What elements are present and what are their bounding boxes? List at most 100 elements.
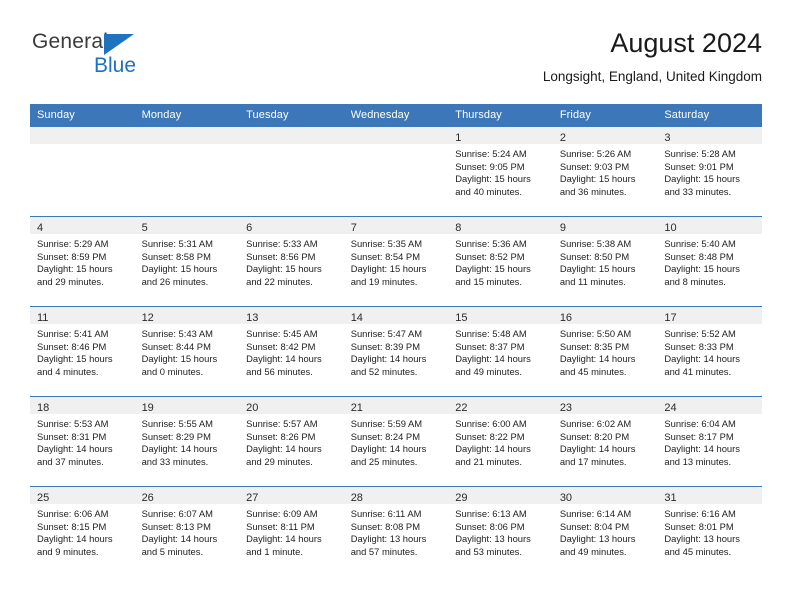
- daylight-text-line1: Daylight: 14 hours: [455, 353, 531, 365]
- daylight-text-line2: and 9 minutes.: [37, 545, 99, 557]
- day-cell[interactable]: 31 Sunrise: 6:16 AM Sunset: 8:01 PM Dayl…: [657, 486, 762, 577]
- day-cell[interactable]: 3 Sunrise: 5:28 AM Sunset: 9:01 PM Dayli…: [657, 126, 762, 217]
- day-cell[interactable]: 29 Sunrise: 6:13 AM Sunset: 8:06 PM Dayl…: [448, 486, 553, 577]
- day-number: 12: [141, 312, 154, 324]
- day-number: 13: [246, 312, 259, 324]
- daylight-text-line2: and 40 minutes.: [455, 185, 522, 197]
- sunrise-text: Sunrise: 5:43 AM: [141, 328, 213, 339]
- sunrise-text: Sunrise: 6:06 AM: [37, 508, 109, 519]
- day-cell[interactable]: 18 Sunrise: 5:53 AM Sunset: 8:31 PM Dayl…: [30, 396, 135, 487]
- day-number: 25: [37, 492, 50, 504]
- day-number: 27: [246, 492, 259, 504]
- weekday-header-tuesday: Tuesday: [239, 104, 344, 127]
- day-cell-empty: [239, 126, 344, 217]
- day-number: 16: [559, 312, 573, 324]
- weekday-header-wednesday: Wednesday: [343, 104, 449, 127]
- daylight-text-line1: Daylight: 13 hours: [350, 533, 427, 545]
- day-number: 28: [350, 492, 363, 504]
- day-cell[interactable]: 23 Sunrise: 6:02 AM Sunset: 8:20 PM Dayl…: [552, 396, 658, 487]
- sunrise-text: Sunrise: 6:00 AM: [455, 418, 527, 429]
- day-cell[interactable]: 20 Sunrise: 5:57 AM Sunset: 8:26 PM Dayl…: [239, 396, 344, 487]
- daylight-text-line2: and 33 minutes.: [664, 185, 732, 197]
- sunrise-text: Sunrise: 5:33 AM: [246, 238, 318, 249]
- sunrise-text: Sunrise: 6:14 AM: [559, 508, 632, 519]
- daylight-text-line2: and 13 minutes.: [664, 455, 732, 467]
- day-cell[interactable]: 5 Sunrise: 5:31 AM Sunset: 8:58 PM Dayli…: [134, 216, 240, 307]
- daylight-text-line1: Daylight: 15 hours: [559, 173, 636, 185]
- day-cell[interactable]: 16 Sunrise: 5:50 AM Sunset: 8:35 PM Dayl…: [552, 306, 658, 397]
- daylight-text-line2: and 52 minutes.: [350, 365, 418, 377]
- sunrise-text: Sunrise: 6:13 AM: [455, 508, 527, 519]
- day-cell[interactable]: 27 Sunrise: 6:09 AM Sunset: 8:11 PM Dayl…: [239, 486, 344, 577]
- day-cell[interactable]: 19 Sunrise: 5:55 AM Sunset: 8:29 PM Dayl…: [134, 396, 240, 487]
- daylight-text-line2: and 49 minutes.: [455, 365, 522, 377]
- day-cell[interactable]: 26 Sunrise: 6:07 AM Sunset: 8:13 PM Dayl…: [134, 486, 240, 577]
- day-cell[interactable]: 22 Sunrise: 6:00 AM Sunset: 8:22 PM Dayl…: [448, 396, 553, 487]
- day-number: 29: [455, 492, 468, 504]
- daylight-text-line2: and 56 minutes.: [246, 365, 313, 377]
- day-cell[interactable]: 30 Sunrise: 6:14 AM Sunset: 8:04 PM Dayl…: [552, 486, 658, 577]
- daylight-text-line1: Daylight: 15 hours: [664, 173, 740, 185]
- daylight-text-line2: and 0 minutes.: [141, 365, 204, 377]
- day-cell[interactable]: 9 Sunrise: 5:38 AM Sunset: 8:50 PM Dayli…: [552, 216, 658, 307]
- daylight-text-line2: and 36 minutes.: [559, 185, 627, 197]
- sunset-text: Sunset: 8:13 PM: [141, 520, 211, 532]
- sunrise-sunset-calendar: Sunday Monday Tuesday Wednesday Thursday…: [30, 104, 762, 577]
- calendar-week-row: 1 Sunrise: 5:24 AM Sunset: 9:05 PM Dayli…: [30, 126, 762, 217]
- day-number: 20: [246, 402, 259, 414]
- daylight-text-line1: Daylight: 14 hours: [559, 353, 636, 365]
- day-cell[interactable]: 28 Sunrise: 6:11 AM Sunset: 8:08 PM Dayl…: [343, 486, 449, 577]
- day-number: 30: [559, 492, 573, 504]
- day-cell[interactable]: 21 Sunrise: 5:59 AM Sunset: 8:24 PM Dayl…: [343, 396, 449, 487]
- sunset-text: Sunset: 8:39 PM: [350, 340, 420, 352]
- sunrise-text: Sunrise: 6:02 AM: [559, 418, 632, 429]
- sunset-text: Sunset: 8:48 PM: [664, 250, 734, 262]
- sunset-text: Sunset: 8:04 PM: [559, 520, 630, 532]
- daylight-text-line1: Daylight: 14 hours: [37, 533, 113, 545]
- day-cell[interactable]: 12 Sunrise: 5:43 AM Sunset: 8:44 PM Dayl…: [134, 306, 240, 397]
- day-cell[interactable]: 6 Sunrise: 5:33 AM Sunset: 8:56 PM Dayli…: [239, 216, 344, 307]
- day-cell[interactable]: 11 Sunrise: 5:41 AM Sunset: 8:46 PM Dayl…: [30, 306, 135, 397]
- sunrise-text: Sunrise: 5:41 AM: [37, 328, 109, 339]
- day-number: 17: [664, 312, 677, 324]
- day-cell[interactable]: 2 Sunrise: 5:26 AM Sunset: 9:03 PM Dayli…: [552, 126, 658, 217]
- day-number: 31: [664, 492, 677, 504]
- day-cell[interactable]: 13 Sunrise: 5:45 AM Sunset: 8:42 PM Dayl…: [239, 306, 344, 397]
- daylight-text-line1: Daylight: 14 hours: [37, 443, 113, 455]
- calendar-header-row: Sunday Monday Tuesday Wednesday Thursday…: [30, 104, 762, 127]
- day-cell[interactable]: 7 Sunrise: 5:35 AM Sunset: 8:54 PM Dayli…: [343, 216, 449, 307]
- day-cell[interactable]: 24 Sunrise: 6:04 AM Sunset: 8:17 PM Dayl…: [657, 396, 762, 487]
- sunrise-text: Sunrise: 6:07 AM: [141, 508, 213, 519]
- daylight-text-line2: and 19 minutes.: [350, 275, 418, 287]
- day-cell[interactable]: 4 Sunrise: 5:29 AM Sunset: 8:59 PM Dayli…: [30, 216, 135, 307]
- daylight-text-line1: Daylight: 15 hours: [246, 263, 322, 275]
- sunrise-text: Sunrise: 5:57 AM: [246, 418, 318, 429]
- daylight-text-line2: and 37 minutes.: [37, 455, 104, 467]
- sunrise-text: Sunrise: 5:53 AM: [37, 418, 109, 429]
- day-number: 15: [455, 312, 468, 324]
- daylight-text-line1: Daylight: 14 hours: [559, 443, 636, 455]
- day-cell[interactable]: 1 Sunrise: 5:24 AM Sunset: 9:05 PM Dayli…: [448, 126, 553, 217]
- day-number: 14: [350, 312, 363, 324]
- daylight-text-line1: Daylight: 14 hours: [664, 353, 740, 365]
- day-cell[interactable]: 15 Sunrise: 5:48 AM Sunset: 8:37 PM Dayl…: [448, 306, 553, 397]
- sunset-text: Sunset: 9:05 PM: [455, 160, 525, 172]
- daylight-text-line2: and 4 minutes.: [37, 365, 99, 377]
- day-cell[interactable]: 8 Sunrise: 5:36 AM Sunset: 8:52 PM Dayli…: [448, 216, 553, 307]
- daylight-text-line2: and 15 minutes.: [455, 275, 522, 287]
- daylight-text-line2: and 17 minutes.: [559, 455, 627, 467]
- day-cell-empty: [343, 126, 449, 217]
- day-cell[interactable]: 14 Sunrise: 5:47 AM Sunset: 8:39 PM Dayl…: [343, 306, 449, 397]
- sunset-text: Sunset: 8:11 PM: [246, 520, 315, 532]
- day-cell[interactable]: 17 Sunrise: 5:52 AM Sunset: 8:33 PM Dayl…: [657, 306, 762, 397]
- page-title: August 2024: [610, 28, 762, 58]
- day-number: 26: [141, 492, 154, 504]
- general-blue-logo[interactable]: General Blue: [32, 30, 162, 86]
- sunset-text: Sunset: 8:01 PM: [664, 520, 734, 532]
- day-number: 11: [37, 312, 49, 324]
- day-cell[interactable]: 25 Sunrise: 6:06 AM Sunset: 8:15 PM Dayl…: [30, 486, 135, 577]
- sunset-text: Sunset: 8:37 PM: [455, 340, 525, 352]
- sunset-text: Sunset: 8:29 PM: [141, 430, 211, 442]
- daylight-text-line1: Daylight: 14 hours: [141, 443, 218, 455]
- day-cell[interactable]: 10 Sunrise: 5:40 AM Sunset: 8:48 PM Dayl…: [657, 216, 762, 307]
